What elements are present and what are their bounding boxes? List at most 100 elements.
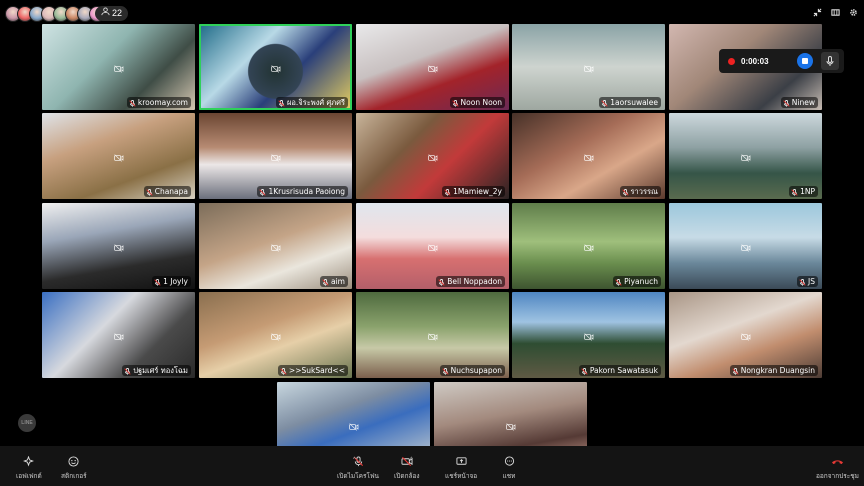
mic-muted-icon [154,278,161,286]
participant-name: aim [331,277,345,286]
share-screen-icon [454,454,468,468]
mic-muted-icon [799,278,806,286]
participant-name-tag: 1Krusrisuda Paoiong [257,186,348,197]
recording-mic-button[interactable] [821,52,839,70]
participant-name: JS [808,277,815,286]
camera-off-icon [740,149,751,162]
mic-muted-icon [280,367,287,375]
camera-off-icon [427,239,438,252]
participant-name-tag: Nuchsupapon [439,365,505,376]
mic-muted-icon [278,99,285,107]
effects-label: เอฟเฟกต์ [16,472,42,480]
participant-video-tile[interactable]: ปฐมเศร์ ทองโฉม [42,292,195,378]
camera-off-icon [740,239,751,252]
chat-bubble-icon [502,454,516,468]
camera-label: เปิดกล้อง [394,472,420,480]
smiley-icon [67,454,81,468]
participant-name: 1Krusrisuda Paoiong [268,187,345,196]
leave-meeting-button[interactable]: ออกจากประชุม [816,454,859,481]
hang-up-icon [830,454,844,468]
participant-name-tag: Bell Noppadon [436,276,505,287]
participant-name: Bell Noppadon [447,277,502,286]
camera-off-icon [583,60,594,73]
participant-video-tile[interactable]: Noon Noon [356,24,509,110]
camera-off-icon [583,328,594,341]
participant-name: 1Mamiew_2y [453,187,502,196]
mic-muted-icon [322,278,329,286]
participant-name-tag: Ninew [780,97,818,108]
participant-video-tile[interactable]: 1 Joyly [42,203,195,289]
camera-off-icon [113,60,124,73]
camera-off-icon [348,418,359,431]
participant-name: Nongkran Duangsin [740,366,815,375]
participant-name-tag: Pakorn Sawatasuk [578,365,661,376]
participant-name: 1aorsuwalee [610,98,658,107]
participant-name: >>SukSard<< [288,366,345,375]
share-screen-button[interactable]: แชร์หน้าจอ [445,454,477,481]
mic-muted-icon [441,367,449,375]
participant-name: 1 Joyly [163,277,188,286]
camera-off-icon [270,149,281,162]
share-label: แชร์หน้าจอ [445,472,478,480]
camera-off-icon [427,328,438,341]
effects-button[interactable]: เอฟเฟกต์ [16,454,42,481]
participant-video-tile[interactable]: Nuchsupapon [356,292,509,378]
participant-name: Ninew [791,98,815,107]
sticker-label: สติกเกอร์ [61,472,87,480]
participant-video-tile[interactable]: kroomay.com [42,24,195,110]
participant-video-tile[interactable]: Pakorn Sawatasuk [512,292,665,378]
mic-muted-icon [146,188,153,196]
mic-muted-icon [259,188,267,196]
camera-off-icon [740,328,751,341]
mic-muted-icon [732,367,739,375]
mic-muted-icon [129,99,136,107]
participant-video-tile[interactable]: ผอ.จิระพงศ์ ศุภศรี [199,24,352,110]
mic-muted-icon [621,188,629,196]
microphone-toggle-button[interactable]: ^ เปิดไมโครโฟน [337,454,379,481]
participant-video-tile[interactable]: Bell Noppadon [356,203,509,289]
participant-name-tag: Nongkran Duangsin [729,365,818,376]
bottom-toolbar: เอฟเฟกต์ สติกเกอร์ ^ เปิดไมโครโฟน ^ เปิด… [0,446,864,486]
participant-video-tile[interactable]: Chanapa [42,113,195,199]
participant-name-tag: >>SukSard<< [277,365,348,376]
line-logo-icon: LINE [18,414,36,432]
chevron-up-icon[interactable]: ^ [353,457,356,463]
camera-off-icon [113,328,124,341]
camera-off-icon [270,239,281,252]
mic-muted-icon [438,278,445,286]
participant-video-tile[interactable]: aim [199,203,352,289]
camera-toggle-button[interactable]: ^ เปิดกล้อง [394,454,420,481]
participant-name: Chanapa [154,187,188,196]
participant-video-tile[interactable]: Piyanuch [512,203,665,289]
leave-label: ออกจากประชุม [816,472,859,480]
camera-off-icon [427,60,438,73]
participant-video-tile[interactable]: 1Krusrisuda Paoiong [199,113,352,199]
mic-muted-icon [451,99,459,107]
participant-video-tile[interactable]: ราวรรณ [512,113,665,199]
sparkle-icon [22,454,36,468]
participant-video-tile[interactable]: 1NP [669,113,822,199]
participant-video-tile[interactable]: JS [669,203,822,289]
participant-video-tile[interactable]: 1aorsuwalee [512,24,665,110]
mic-muted-icon [601,99,608,107]
participant-video-tile[interactable]: >>SukSard<< [199,292,352,378]
chat-button[interactable]: แชท [502,454,516,481]
mic-muted-icon [124,367,131,375]
stop-recording-button[interactable] [797,53,813,69]
participant-video-tile[interactable]: Nongkran Duangsin [669,292,822,378]
chevron-up-icon[interactable]: ^ [410,457,413,463]
participant-name-tag: Piyanuch [613,276,661,287]
stop-icon [802,58,808,64]
sticker-button[interactable]: สติกเกอร์ [61,454,87,481]
recording-indicator: 0:00:03 [719,49,844,73]
participant-video-tile[interactable]: 1Mamiew_2y [356,113,509,199]
mic-muted-icon [783,99,790,107]
participant-name-tag: aim [320,276,348,287]
participant-name-tag: 1 Joyly [152,276,191,287]
participant-name-tag: Chanapa [143,186,191,197]
participant-name: Pakorn Sawatasuk [589,366,658,375]
participant-name: ราวรรณ [630,187,658,196]
participant-name-tag: JS [797,276,818,287]
participant-name: ปฐมเศร์ ทองโฉม [133,366,188,375]
mic-label: เปิดไมโครโฟน [337,472,379,480]
